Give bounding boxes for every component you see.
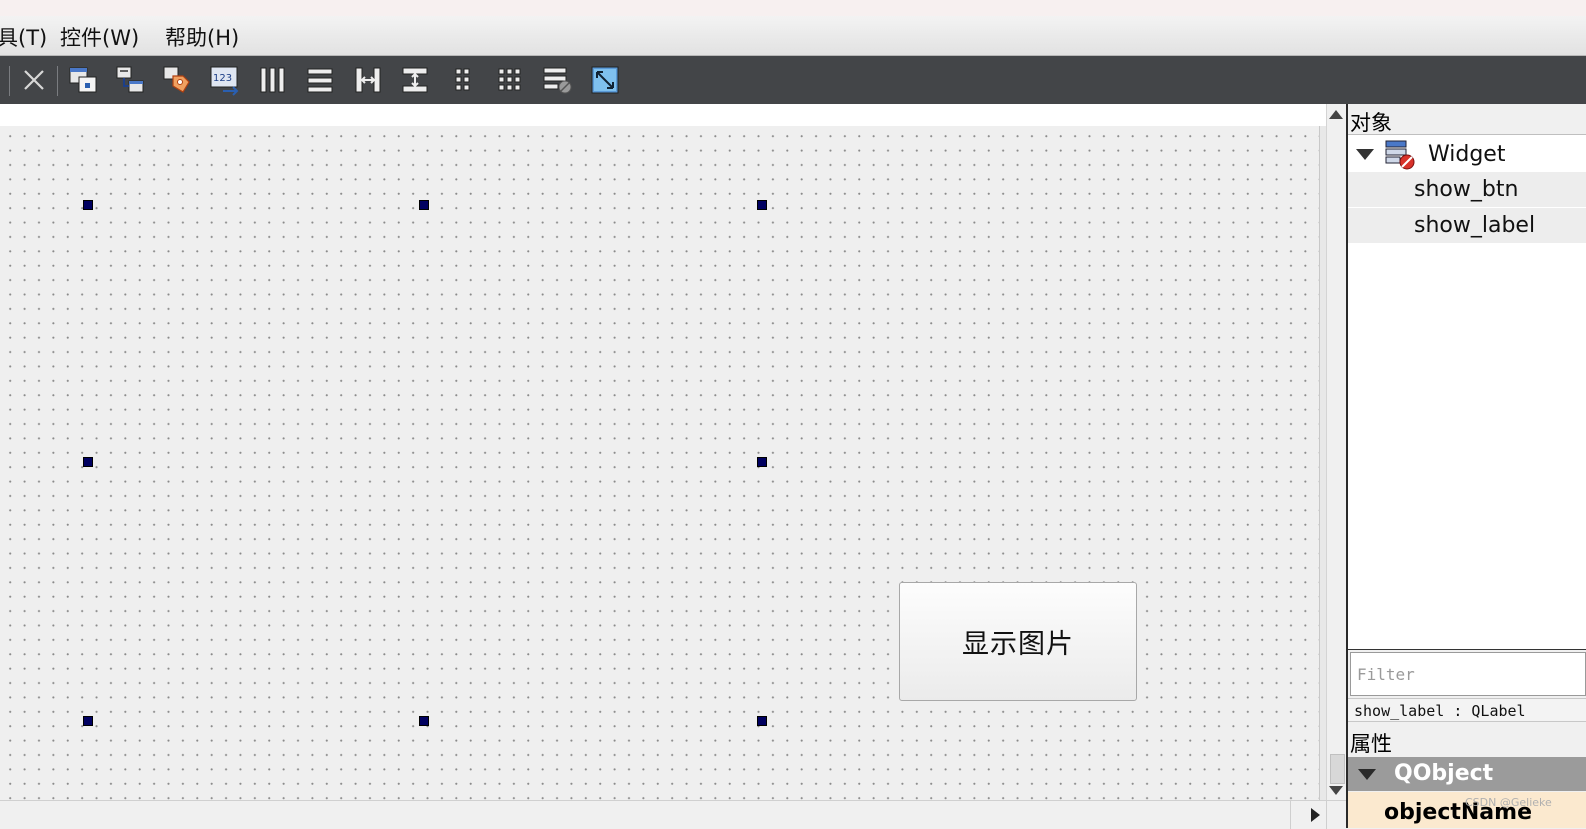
tree-item-show-label[interactable]: show_label <box>1348 208 1586 243</box>
edit-buddies-icon[interactable] <box>161 64 193 96</box>
layout-v-splitter-icon[interactable] <box>399 64 431 96</box>
menu-bar: 具(T) 控件(W) 帮助(H) <box>0 16 1586 56</box>
selected-object-label: show_label : QLabel <box>1348 698 1586 722</box>
tree-item-show-btn[interactable]: show_btn <box>1348 172 1586 207</box>
property-editor-title: 属性 <box>1350 732 1392 756</box>
resize-handle[interactable] <box>419 716 429 726</box>
close-icon[interactable] <box>18 64 50 96</box>
tree-item-widget[interactable]: Widget <box>1348 137 1586 172</box>
widget-icon <box>1384 139 1416 171</box>
menu-tools[interactable]: 具(T) <box>0 22 47 52</box>
edit-tab-order-icon[interactable]: 123 <box>209 64 241 96</box>
scroll-down-icon[interactable] <box>1329 786 1343 795</box>
layout-form-icon[interactable] <box>447 64 479 96</box>
tree-item-label: show_btn <box>1414 177 1519 202</box>
expand-arrow-icon[interactable] <box>1358 769 1376 780</box>
object-inspector-title: 对象 <box>1350 111 1392 135</box>
right-dock: 对象 Widget show_btn show_label Filter sho… <box>1346 104 1586 828</box>
watermark: CSDN @Gelieke <box>1465 796 1552 809</box>
window-top-strip <box>0 0 1586 16</box>
object-inspector-tree[interactable]: Widget show_btn show_label <box>1348 134 1586 650</box>
resize-handle[interactable] <box>419 200 429 210</box>
break-layout-icon[interactable] <box>542 64 574 96</box>
layout-vertical-icon[interactable] <box>304 64 336 96</box>
expand-arrow-icon[interactable] <box>1356 149 1374 160</box>
form-canvas-top <box>0 104 1326 126</box>
menu-widgets[interactable]: 控件(W) <box>60 22 139 52</box>
resize-handle[interactable] <box>757 200 767 210</box>
show-button[interactable]: 显示图片 <box>899 582 1137 701</box>
svg-text:123: 123 <box>213 73 232 84</box>
tree-item-label: show_label <box>1414 213 1536 238</box>
horizontal-scrollbar[interactable] <box>0 800 1346 829</box>
scroll-thumb[interactable] <box>1330 754 1345 784</box>
vertical-scrollbar[interactable] <box>1326 104 1346 800</box>
adjust-size-icon[interactable] <box>589 64 621 96</box>
resize-handle[interactable] <box>83 457 93 467</box>
property-group-qobject[interactable]: QObject <box>1348 757 1586 791</box>
form-toolbar: 123 <box>0 56 1586 104</box>
edit-signals-slots-icon[interactable] <box>114 64 146 96</box>
scroll-right-icon[interactable] <box>1311 808 1320 822</box>
property-filter-input[interactable]: Filter <box>1350 652 1586 696</box>
layout-grid-icon[interactable] <box>495 64 527 96</box>
resize-handle[interactable] <box>83 200 93 210</box>
property-group-label: QObject <box>1394 761 1494 786</box>
resize-handle[interactable] <box>83 716 93 726</box>
scroll-up-icon[interactable] <box>1329 110 1343 119</box>
tree-item-label: Widget <box>1428 142 1506 167</box>
scrollbar-divider <box>1326 801 1327 829</box>
resize-handle[interactable] <box>757 457 767 467</box>
resize-handle[interactable] <box>757 716 767 726</box>
layout-h-splitter-icon[interactable] <box>352 64 384 96</box>
scrollbar-divider <box>1290 801 1291 829</box>
toolbar-separator <box>9 66 10 96</box>
toolbar-separator <box>57 66 58 96</box>
menu-help[interactable]: 帮助(H) <box>165 22 239 52</box>
layout-horizontal-icon[interactable] <box>257 64 289 96</box>
form-canvas-edge <box>1319 126 1326 800</box>
edit-widgets-icon[interactable] <box>67 64 99 96</box>
